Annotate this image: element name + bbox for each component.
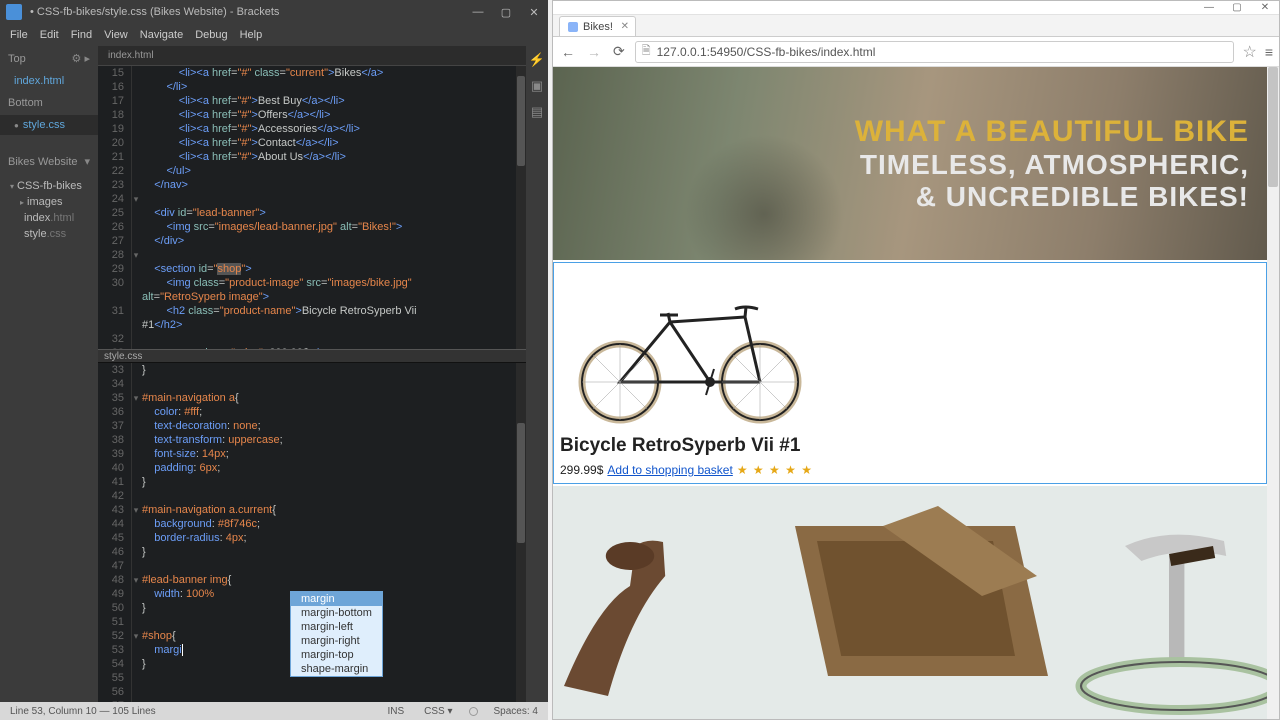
tab-close-icon[interactable]: ✕ (621, 21, 629, 32)
menu-view[interactable]: View (98, 29, 134, 41)
footer-banner (553, 486, 1279, 719)
brackets-sidebar: Top ⚙ ▸ index.html Bottom ●style.css Bik… (0, 46, 98, 702)
brackets-window: • CSS-fb-bikes/style.css (Bikes Website)… (0, 0, 548, 720)
menu-help[interactable]: Help (234, 29, 269, 41)
reload-icon[interactable]: ⟳ (611, 43, 627, 60)
page-info-icon[interactable]: 🗎 (642, 42, 651, 61)
product-name: Bicycle RetroSyperb Vii #1 (560, 435, 1260, 457)
browser-tabstrip: Bikes! ✕ (553, 15, 1279, 37)
status-ins[interactable]: INS (383, 706, 408, 717)
bookmark-icon[interactable]: ☆ (1242, 42, 1256, 62)
menu-find[interactable]: Find (65, 29, 98, 41)
menu-debug[interactable]: Debug (189, 29, 233, 41)
product-image (560, 267, 820, 427)
status-lint-icon[interactable] (469, 707, 478, 716)
autocomplete-item[interactable]: margin-left (291, 620, 382, 634)
hamburger-icon[interactable]: ≡ (1265, 44, 1273, 60)
brackets-logo-icon (6, 4, 22, 20)
extensions-icon[interactable]: ▣ (531, 78, 543, 94)
autocomplete-item[interactable]: margin-top (291, 648, 382, 662)
live-preview-icon[interactable]: ⚡ (529, 52, 545, 68)
tree-index[interactable]: index.html (10, 210, 98, 226)
scrollbar-vertical[interactable] (516, 363, 526, 702)
close-icon[interactable]: ✕ (1251, 2, 1279, 13)
browser-toolbar: ← → ⟳ 🗎 127.0.0.1:54950/CSS-fb-bikes/ind… (553, 37, 1279, 67)
working-file-index[interactable]: index.html (0, 71, 98, 91)
favicon-icon (568, 22, 578, 32)
scrollbar-vertical[interactable] (516, 66, 526, 349)
menu-file[interactable]: File (4, 29, 34, 41)
sidebar-bottom-label: Bottom (8, 97, 43, 109)
banner-line3: & UNCREDIBLE BIKES! (855, 181, 1249, 213)
forward-icon[interactable]: → (585, 44, 603, 60)
lead-banner: WHAT A BEAUTIFUL BIKE TIMELESS, ATMOSPHE… (553, 67, 1279, 260)
editor-tab[interactable]: index.html (98, 50, 164, 61)
status-lang[interactable]: CSS ▾ (420, 706, 456, 717)
brackets-toolbar: ⚡ ▣ ▤ (526, 46, 548, 702)
more-icon[interactable]: ▤ (531, 104, 543, 120)
autocomplete-item[interactable]: shape-margin (291, 662, 382, 676)
minimize-icon[interactable]: — (464, 6, 492, 19)
working-file-style[interactable]: ●style.css (0, 115, 98, 135)
minimize-icon[interactable]: — (1195, 2, 1223, 13)
status-line-col[interactable]: Line 53, Column 10 — 105 Lines (6, 706, 160, 717)
autocomplete-item[interactable]: margin-right (291, 634, 382, 648)
editor-pane-html[interactable]: 15 <li><a href="#" class="current">Bikes… (98, 66, 526, 349)
maximize-icon[interactable]: ▢ (492, 6, 520, 19)
sidebar-top-label: Top (8, 53, 26, 65)
browser-tab-title: Bikes! (583, 21, 613, 33)
status-spaces[interactable]: Spaces: 4 (490, 706, 542, 717)
browser-viewport[interactable]: WHAT A BEAUTIFUL BIKE TIMELESS, ATMOSPHE… (553, 67, 1279, 719)
banner-line2: TIMELESS, ATMOSPHERIC, (855, 149, 1249, 181)
product-price: 299.99$ (560, 463, 603, 477)
maximize-icon[interactable]: ▢ (1223, 2, 1251, 13)
brackets-statusbar: Line 53, Column 10 — 105 Lines INS CSS ▾… (0, 702, 548, 720)
browser-scrollbar[interactable] (1267, 67, 1279, 719)
autocomplete-popup[interactable]: marginmargin-bottommargin-leftmargin-rig… (290, 591, 383, 677)
project-name[interactable]: Bikes Website (8, 156, 78, 168)
browser-window: — ▢ ✕ Bikes! ✕ ← → ⟳ 🗎 127.0.0.1:54950/C… (552, 0, 1280, 720)
menu-edit[interactable]: Edit (34, 29, 65, 41)
close-icon[interactable]: ✕ (520, 6, 548, 19)
tree-images[interactable]: ▸images (10, 194, 98, 210)
pane-divider[interactable]: style.css (98, 349, 526, 363)
brackets-menubar: File Edit Find View Navigate Debug Help (0, 24, 548, 46)
autocomplete-item[interactable]: margin (291, 592, 382, 606)
add-to-basket-link[interactable]: Add to shopping basket (607, 463, 732, 477)
menu-navigate[interactable]: Navigate (134, 29, 189, 41)
browser-tab[interactable]: Bikes! ✕ (559, 16, 636, 36)
back-icon[interactable]: ← (559, 44, 577, 60)
tree-root[interactable]: ▾CSS-fb-bikes (10, 178, 98, 194)
editor-pane-css[interactable]: 33}3435▾#main-navigation a{36 color: #ff… (98, 363, 526, 702)
gear-icon[interactable]: ⚙ ▸ (72, 52, 90, 65)
address-bar[interactable]: 🗎 127.0.0.1:54950/CSS-fb-bikes/index.htm… (635, 41, 1235, 63)
brackets-title: • CSS-fb-bikes/style.css (Bikes Website)… (30, 6, 279, 18)
url-text: 127.0.0.1:54950/CSS-fb-bikes/index.html (657, 45, 876, 59)
star-rating-icon: ★ ★ ★ ★ ★ (737, 463, 813, 477)
tree-style[interactable]: style.css (10, 226, 98, 242)
banner-line1: WHAT A BEAUTIFUL BIKE (855, 115, 1249, 149)
brackets-titlebar[interactable]: • CSS-fb-bikes/style.css (Bikes Website)… (0, 0, 548, 24)
shop-section: Bicycle RetroSyperb Vii #1 299.99$ Add t… (553, 262, 1267, 484)
autocomplete-item[interactable]: margin-bottom (291, 606, 382, 620)
